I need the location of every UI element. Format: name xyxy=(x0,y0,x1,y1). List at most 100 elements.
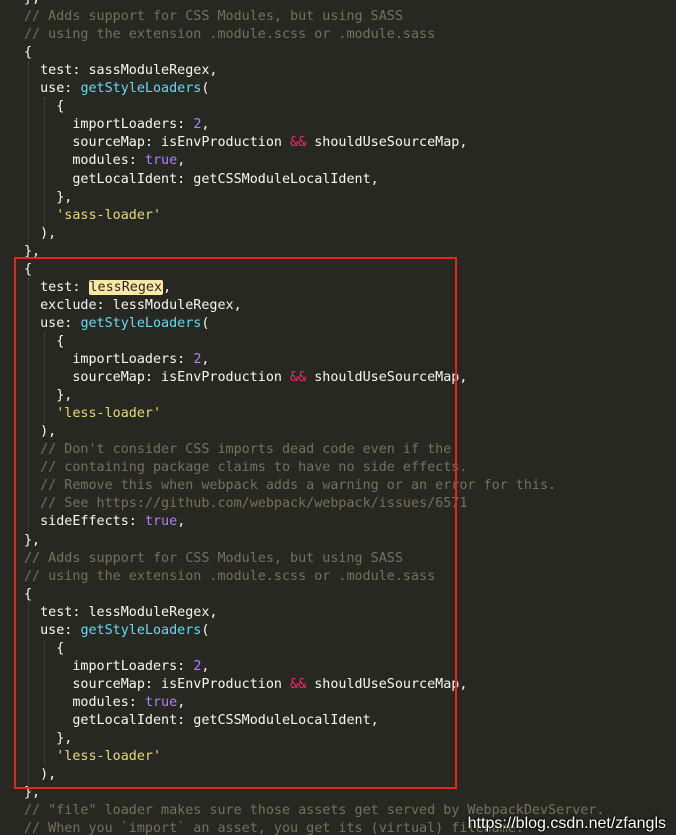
code-token: && xyxy=(290,370,307,386)
code-token: importLoaders: xyxy=(24,658,194,674)
code-token: getStyleLoaders xyxy=(80,622,202,638)
code-line: 'sass-loader' xyxy=(24,207,161,225)
code-line: }, xyxy=(24,730,72,748)
code-token: test: xyxy=(24,279,89,295)
code-token: importLoaders: xyxy=(24,117,194,133)
code-token: // Adds support for CSS Modules, but usi… xyxy=(24,9,403,25)
code-line: modules: true, xyxy=(24,694,185,712)
code-token: exclude: lessModuleRegex, xyxy=(24,297,242,313)
code-token: sourceMap: isEnvProduction xyxy=(24,135,291,151)
code-line: ), xyxy=(24,225,56,243)
code-token: shouldUseSourceMap, xyxy=(306,135,468,151)
code-token: , xyxy=(201,658,210,674)
code-editor[interactable]: }, // Adds support for CSS Modules, but u… xyxy=(0,0,676,835)
code-line: }, xyxy=(24,189,72,207)
code-token: && xyxy=(290,676,307,692)
code-line: sideEffects: true, xyxy=(24,513,185,531)
code-line: { xyxy=(24,98,64,116)
code-token: getLocalIdent: getCSSModuleLocalIdent, xyxy=(24,713,379,728)
code-token: , xyxy=(177,694,186,710)
code-line: test: sassModuleRegex, xyxy=(24,62,217,80)
code-token: }, xyxy=(24,243,41,259)
code-line: ), xyxy=(24,766,56,784)
code-token: { xyxy=(24,333,65,349)
code-token: getStyleLoaders xyxy=(80,81,202,97)
code-token: test: lessModuleRegex, xyxy=(24,604,218,620)
code-token: 'less-loader' xyxy=(56,406,162,422)
code-token: { xyxy=(24,99,65,115)
search-highlight: lessRegex xyxy=(88,279,164,295)
code-token: // using the extension .module.scss or .… xyxy=(24,568,436,584)
code-line: // Adds support for CSS Modules, but usi… xyxy=(24,550,403,568)
code-line: test: lessRegex, xyxy=(24,279,171,297)
code-token: }, xyxy=(24,785,41,801)
code-token: ), xyxy=(24,225,57,241)
code-token: true xyxy=(144,153,178,169)
code-line: }, xyxy=(24,784,40,802)
code-token: { xyxy=(24,45,33,61)
code-line: }, xyxy=(24,0,40,8)
code-line: { xyxy=(24,261,32,279)
code-token: , xyxy=(177,514,186,530)
code-token: modules: xyxy=(24,694,145,710)
code-token: // Remove this when webpack adds a warni… xyxy=(24,478,557,494)
code-token: // containing package claims to have no … xyxy=(24,460,468,476)
code-line: // using the extension .module.scss or .… xyxy=(24,26,435,44)
code-token: 'sass-loader' xyxy=(56,207,162,223)
code-token: importLoaders: xyxy=(24,352,194,367)
code-line: use: getStyleLoaders( xyxy=(24,622,209,640)
code-line: }, xyxy=(24,387,72,405)
code-line: { xyxy=(24,333,64,351)
code-token: // When you `import` an asset, you get i… xyxy=(24,821,524,835)
code-token: ), xyxy=(24,424,57,440)
code-token: // Don't consider CSS imports dead code … xyxy=(24,442,452,458)
code-line: 'less-loader' xyxy=(24,748,161,766)
code-token: test: sassModuleRegex, xyxy=(24,63,218,79)
code-line: sourceMap: isEnvProduction && shouldUseS… xyxy=(24,369,467,387)
code-token: // using the extension .module.scss or .… xyxy=(24,27,436,43)
code-token: { xyxy=(24,586,33,602)
code-line: // Adds support for CSS Modules, but usi… xyxy=(24,8,403,26)
code-line: getLocalIdent: getCSSModuleLocalIdent, xyxy=(24,171,378,189)
code-line: sourceMap: isEnvProduction && shouldUseS… xyxy=(24,676,467,694)
code-line: { xyxy=(24,586,32,604)
code-token: , xyxy=(177,153,186,169)
code-token: }, xyxy=(24,731,73,747)
code-token: getStyleLoaders xyxy=(80,315,202,331)
code-line: importLoaders: 2, xyxy=(24,116,209,134)
code-token: }, xyxy=(24,189,73,205)
code-line: }, xyxy=(24,243,40,261)
code-line: // When you `import` an asset, you get i… xyxy=(24,820,524,835)
code-token: shouldUseSourceMap, xyxy=(306,370,468,386)
code-token: { xyxy=(24,640,65,656)
code-token: sourceMap: isEnvProduction xyxy=(24,370,291,386)
code-line: // using the extension .module.scss or .… xyxy=(24,568,435,586)
code-token: modules: xyxy=(24,153,145,169)
watermark-text: https://blog.csdn.net/zfangls xyxy=(467,815,666,832)
code-line: { xyxy=(24,44,32,62)
code-line: // containing package claims to have no … xyxy=(24,459,467,477)
code-token: }, xyxy=(24,532,41,548)
code-token: ( xyxy=(201,315,210,331)
code-token: && xyxy=(290,135,307,151)
code-line: }, xyxy=(24,532,40,550)
code-line: use: getStyleLoaders( xyxy=(24,315,209,333)
code-line: exclude: lessModuleRegex, xyxy=(24,297,242,315)
code-token: }, xyxy=(24,0,40,6)
code-token: ), xyxy=(24,767,57,783)
code-line: modules: true, xyxy=(24,152,185,170)
code-line: importLoaders: 2, xyxy=(24,351,209,369)
code-token: sourceMap: isEnvProduction xyxy=(24,676,291,692)
code-token: true xyxy=(144,514,178,530)
code-token: // Adds support for CSS Modules, but usi… xyxy=(24,550,403,566)
code-line: // See https://github.com/webpack/webpac… xyxy=(24,495,467,513)
code-token: ( xyxy=(201,622,210,638)
code-token: }, xyxy=(24,388,73,404)
code-line: // Don't consider CSS imports dead code … xyxy=(24,441,451,459)
code-token: true xyxy=(144,694,178,710)
code-token: 'less-loader' xyxy=(56,749,162,765)
code-token: , xyxy=(201,117,210,133)
code-token: { xyxy=(24,261,33,277)
